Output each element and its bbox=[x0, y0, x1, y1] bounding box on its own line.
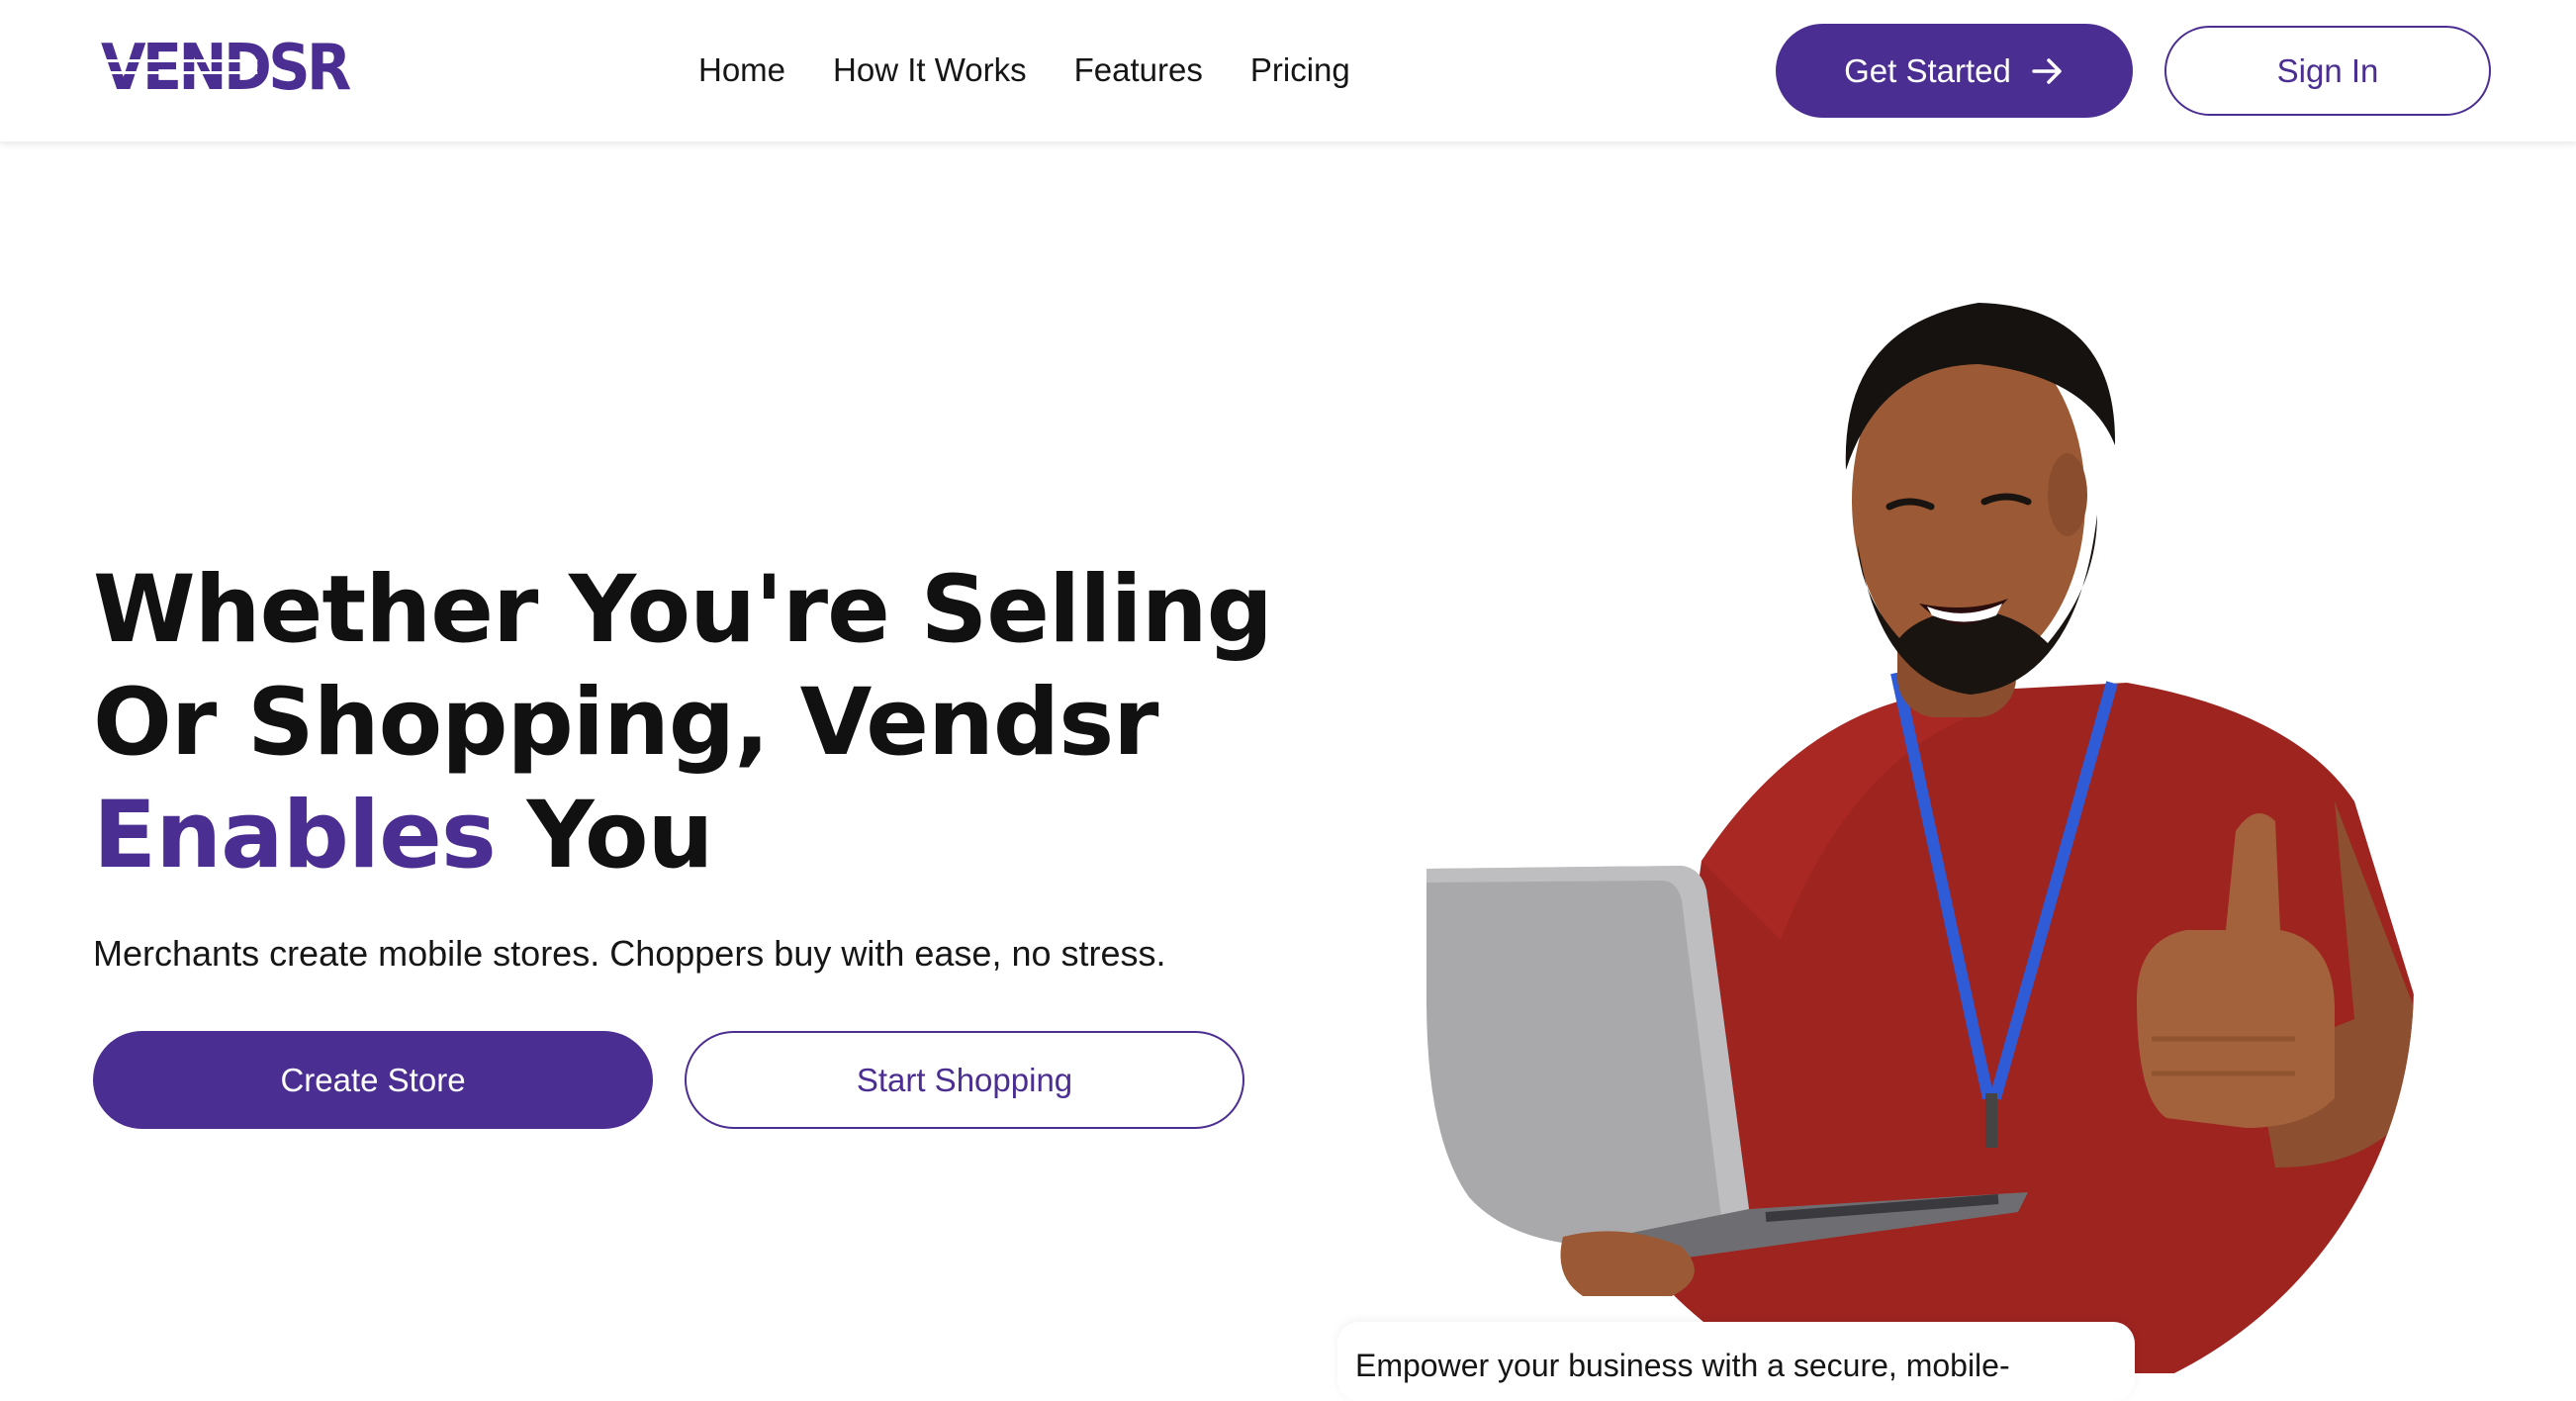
vendsr-logo[interactable]: VENDSR bbox=[101, 34, 351, 103]
site-header: VENDSR Home How It Works Features Pricin… bbox=[0, 0, 2576, 141]
nav-pricing[interactable]: Pricing bbox=[1250, 49, 1350, 91]
create-store-label: Create Store bbox=[280, 1061, 466, 1098]
nav-home[interactable]: Home bbox=[698, 49, 785, 91]
hero-person-image bbox=[1426, 303, 2414, 1373]
start-shopping-button[interactable]: Start Shopping bbox=[685, 1031, 1244, 1129]
start-shopping-label: Start Shopping bbox=[856, 1061, 1073, 1098]
nav-how-it-works[interactable]: How It Works bbox=[833, 49, 1027, 91]
hero-subtitle: Merchants create mobile stores. Choppers… bbox=[93, 933, 1166, 974]
sign-in-label: Sign In bbox=[2276, 51, 2379, 89]
get-started-label: Get Started bbox=[1844, 51, 2011, 89]
hero-caption-text: Empower your business with a secure, mob… bbox=[1355, 1348, 2010, 1383]
hero-title-line1: Whether You're Selling bbox=[93, 556, 1273, 664]
main-nav: Home How It Works Features Pricing bbox=[698, 49, 1350, 91]
hero-caption-card: Empower your business with a secure, mob… bbox=[1337, 1322, 2135, 1401]
hero-title-end: You bbox=[526, 782, 714, 889]
hero-title-line2: Or Shopping, Vendsr bbox=[93, 669, 1159, 777]
create-store-button[interactable]: Create Store bbox=[93, 1031, 653, 1129]
hero-title: Whether You're Selling Or Shopping, Vend… bbox=[93, 554, 1330, 892]
nav-features[interactable]: Features bbox=[1074, 49, 1203, 91]
arrow-right-icon bbox=[2032, 57, 2062, 84]
get-started-button[interactable]: Get Started bbox=[1776, 24, 2133, 118]
sign-in-button[interactable]: Sign In bbox=[2164, 26, 2491, 116]
hero-title-accent: Enables bbox=[93, 782, 497, 889]
